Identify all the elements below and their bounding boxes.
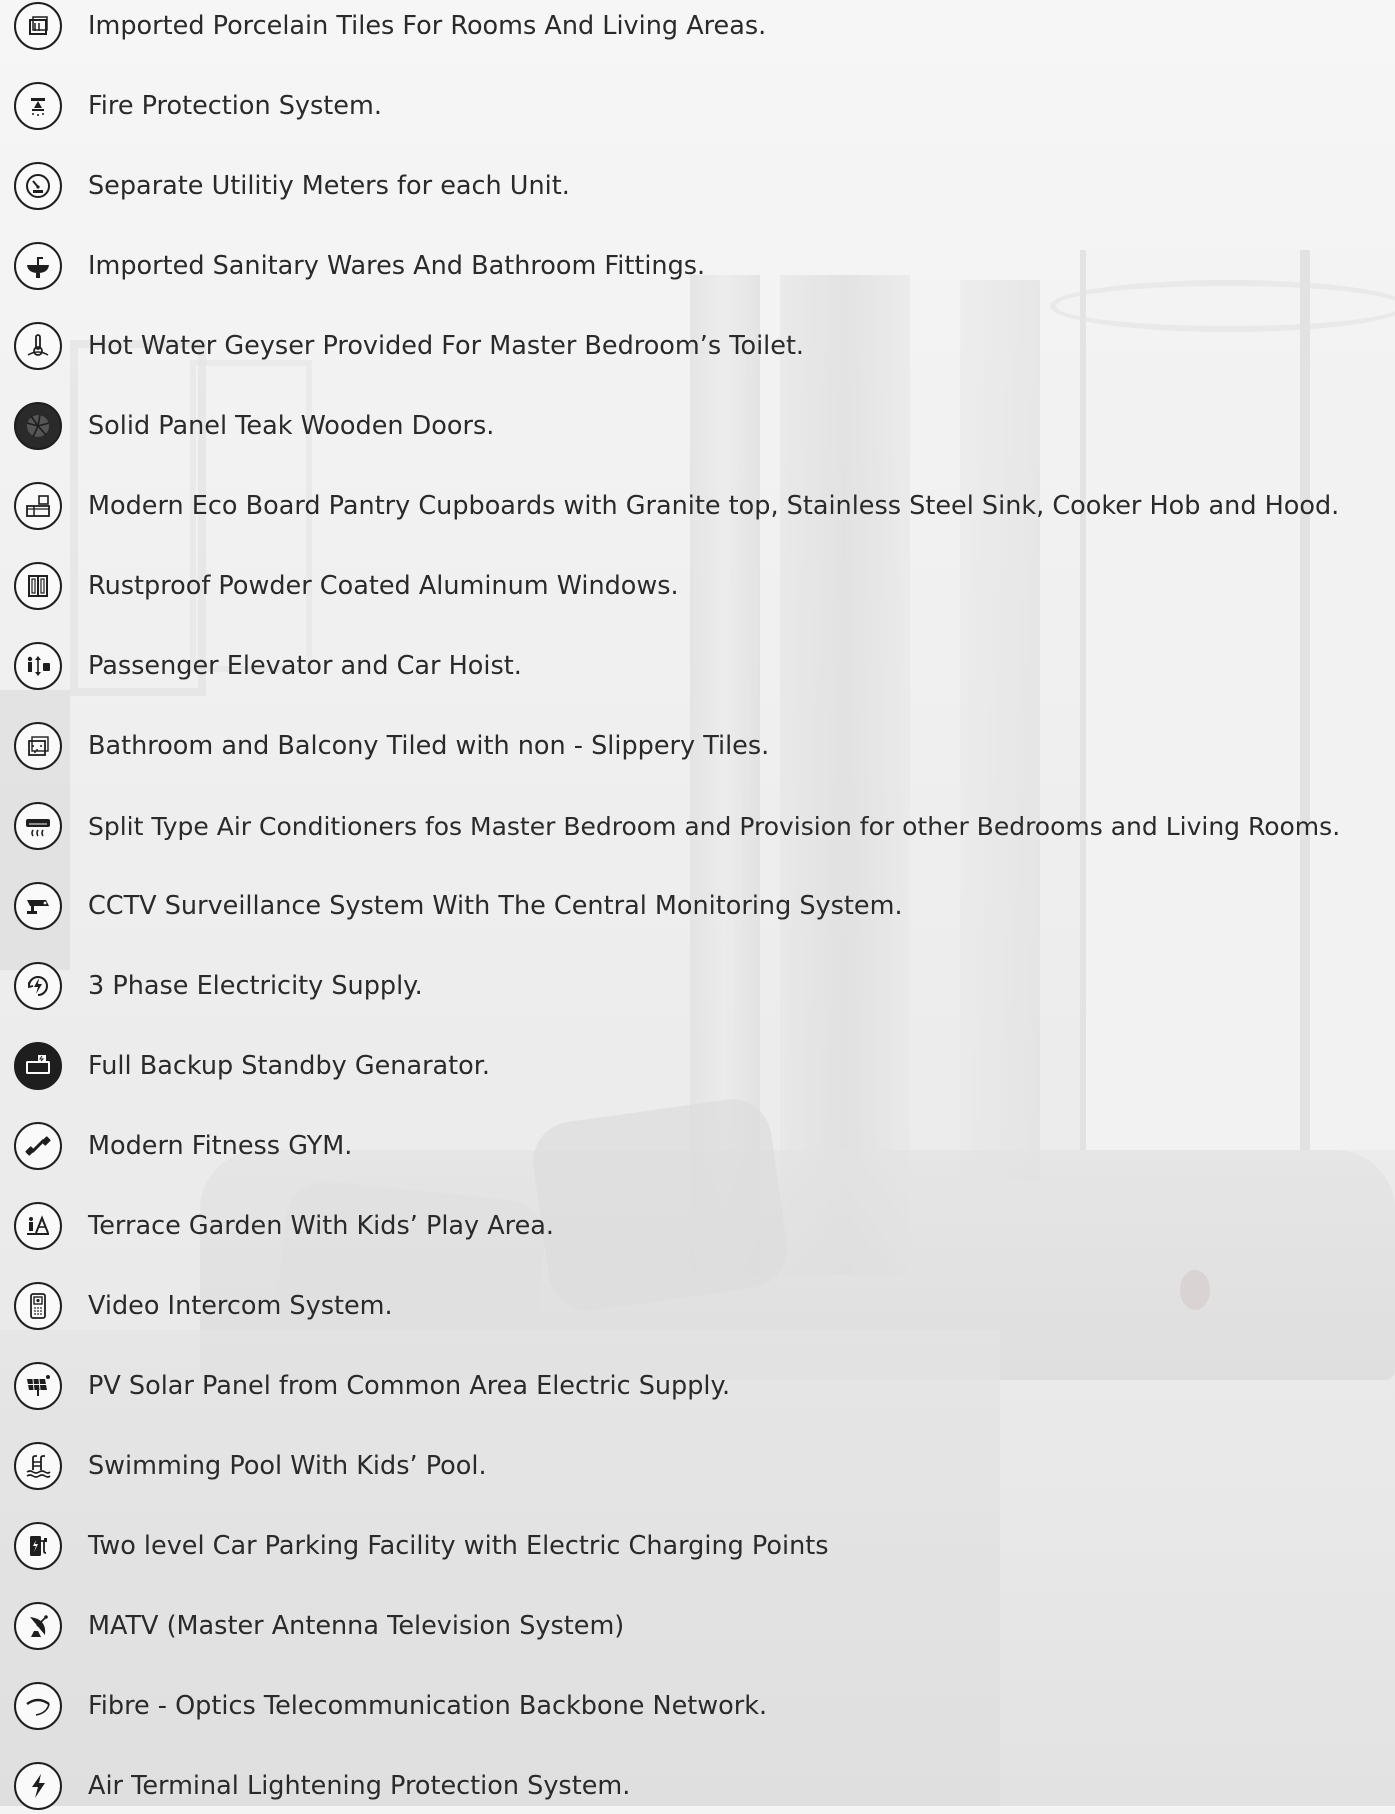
side-table-shape: [1000, 1480, 1395, 1806]
meter-gauge-icon: [14, 162, 62, 210]
feature-label: Separate Utilitiy Meters for each Unit.: [88, 171, 570, 201]
feature-label: Terrace Garden With Kids’ Play Area.: [88, 1211, 555, 1241]
feature-label: 3 Phase Electricity Supply.: [88, 971, 423, 1001]
feature-label: Fire Protection System.: [88, 91, 382, 121]
fire-sprinkler-icon: [14, 82, 62, 130]
feature-item: Passenger Elevator and Car Hoist.: [14, 638, 522, 694]
dumbbell-icon: [14, 1122, 62, 1170]
feature-item: Modern Eco Board Pantry Cupboards with G…: [14, 478, 1339, 534]
feature-item: Rustproof Powder Coated Aluminum Windows…: [14, 558, 679, 614]
ceiling-light-shape: [1050, 280, 1395, 332]
generator-icon: [14, 1042, 62, 1090]
curtain-shape: [960, 280, 1040, 1180]
feature-label: Video Intercom System.: [88, 1291, 393, 1321]
intercom-icon: [14, 1282, 62, 1330]
feature-item: Video Intercom System.: [14, 1278, 393, 1334]
feature-label: Two level Car Parking Facility with Elec…: [88, 1531, 829, 1561]
feature-item: Imported Porcelain Tiles For Rooms And L…: [14, 0, 766, 54]
feature-label: Split Type Air Conditioners fos Master B…: [88, 811, 1341, 841]
feature-item: PV Solar Panel from Common Area Electric…: [14, 1358, 730, 1414]
air-conditioner-icon: [14, 802, 62, 850]
feature-label: Fibre - Optics Telecommunication Backbon…: [88, 1691, 768, 1721]
elevator-icon: [14, 642, 62, 690]
non-slip-tiles-icon: [14, 722, 62, 770]
feature-item: MATV (Master Antenna Television System): [14, 1598, 624, 1654]
feature-label: Modern Fitness GYM.: [88, 1131, 353, 1161]
playground-icon: [14, 1202, 62, 1250]
feature-label: Solid Panel Teak Wooden Doors.: [88, 411, 495, 441]
feature-item: Bathroom and Balcony Tiled with non - Sl…: [14, 718, 769, 774]
fibre-optic-icon: [14, 1682, 62, 1730]
feature-label: Full Backup Standby Genarator.: [88, 1051, 491, 1081]
window-shape: [1080, 250, 1395, 1150]
feature-label: Air Terminal Lightening Protection Syste…: [88, 1771, 631, 1801]
lightning-bolt-icon: [14, 1762, 62, 1810]
sink-faucet-icon: [14, 242, 62, 290]
ev-charging-icon: [14, 1522, 62, 1570]
feature-label: Swimming Pool With Kids’ Pool.: [88, 1451, 487, 1481]
feature-item: Hot Water Geyser Provided For Master Bed…: [14, 318, 804, 374]
feature-item: Modern Fitness GYM.: [14, 1118, 352, 1174]
feature-item: Fibre - Optics Telecommunication Backbon…: [14, 1678, 767, 1734]
feature-label: PV Solar Panel from Common Area Electric…: [88, 1371, 731, 1401]
three-phase-power-icon: [14, 962, 62, 1010]
solar-panel-icon: [14, 1362, 62, 1410]
feature-label: Hot Water Geyser Provided For Master Bed…: [88, 331, 805, 361]
feature-label: Imported Porcelain Tiles For Rooms And L…: [88, 11, 767, 41]
feature-item: Fire Protection System.: [14, 78, 382, 134]
feature-item: CCTV Surveillance System With The Centra…: [14, 878, 903, 934]
feature-label: Modern Eco Board Pantry Cupboards with G…: [88, 491, 1340, 521]
feature-item: Solid Panel Teak Wooden Doors.: [14, 398, 494, 454]
flower-shape: [1180, 1270, 1210, 1310]
feature-item: 3 Phase Electricity Supply.: [14, 958, 423, 1014]
satellite-antenna-icon: [14, 1602, 62, 1650]
feature-item: Full Backup Standby Genarator.: [14, 1038, 490, 1094]
feature-label: Rustproof Powder Coated Aluminum Windows…: [88, 571, 679, 601]
window-mullion: [1300, 250, 1310, 1150]
feature-item: Separate Utilitiy Meters for each Unit.: [14, 158, 570, 214]
feature-label: CCTV Surveillance System With The Centra…: [88, 891, 903, 921]
geyser-icon: [14, 322, 62, 370]
feature-item: Terrace Garden With Kids’ Play Area.: [14, 1198, 554, 1254]
pantry-cupboard-icon: [14, 482, 62, 530]
feature-item: Swimming Pool With Kids’ Pool.: [14, 1438, 487, 1494]
feature-item: Imported Sanitary Wares And Bathroom Fit…: [14, 238, 705, 294]
feature-item: Two level Car Parking Facility with Elec…: [14, 1518, 829, 1574]
feature-label: Passenger Elevator and Car Hoist.: [88, 651, 522, 681]
feature-label: Imported Sanitary Wares And Bathroom Fit…: [88, 251, 706, 281]
window-icon: [14, 562, 62, 610]
curtain-shape: [780, 275, 910, 1275]
cctv-camera-icon: [14, 882, 62, 930]
feature-label: Bathroom and Balcony Tiled with non - Sl…: [88, 731, 770, 761]
swimming-pool-icon: [14, 1442, 62, 1490]
feature-item: Split Type Air Conditioners fos Master B…: [14, 798, 1340, 854]
wooden-door-icon: [14, 402, 62, 450]
feature-label: MATV (Master Antenna Television System): [88, 1611, 625, 1641]
pillow-shape: [527, 1094, 793, 1316]
tiles-icon: [14, 2, 62, 50]
